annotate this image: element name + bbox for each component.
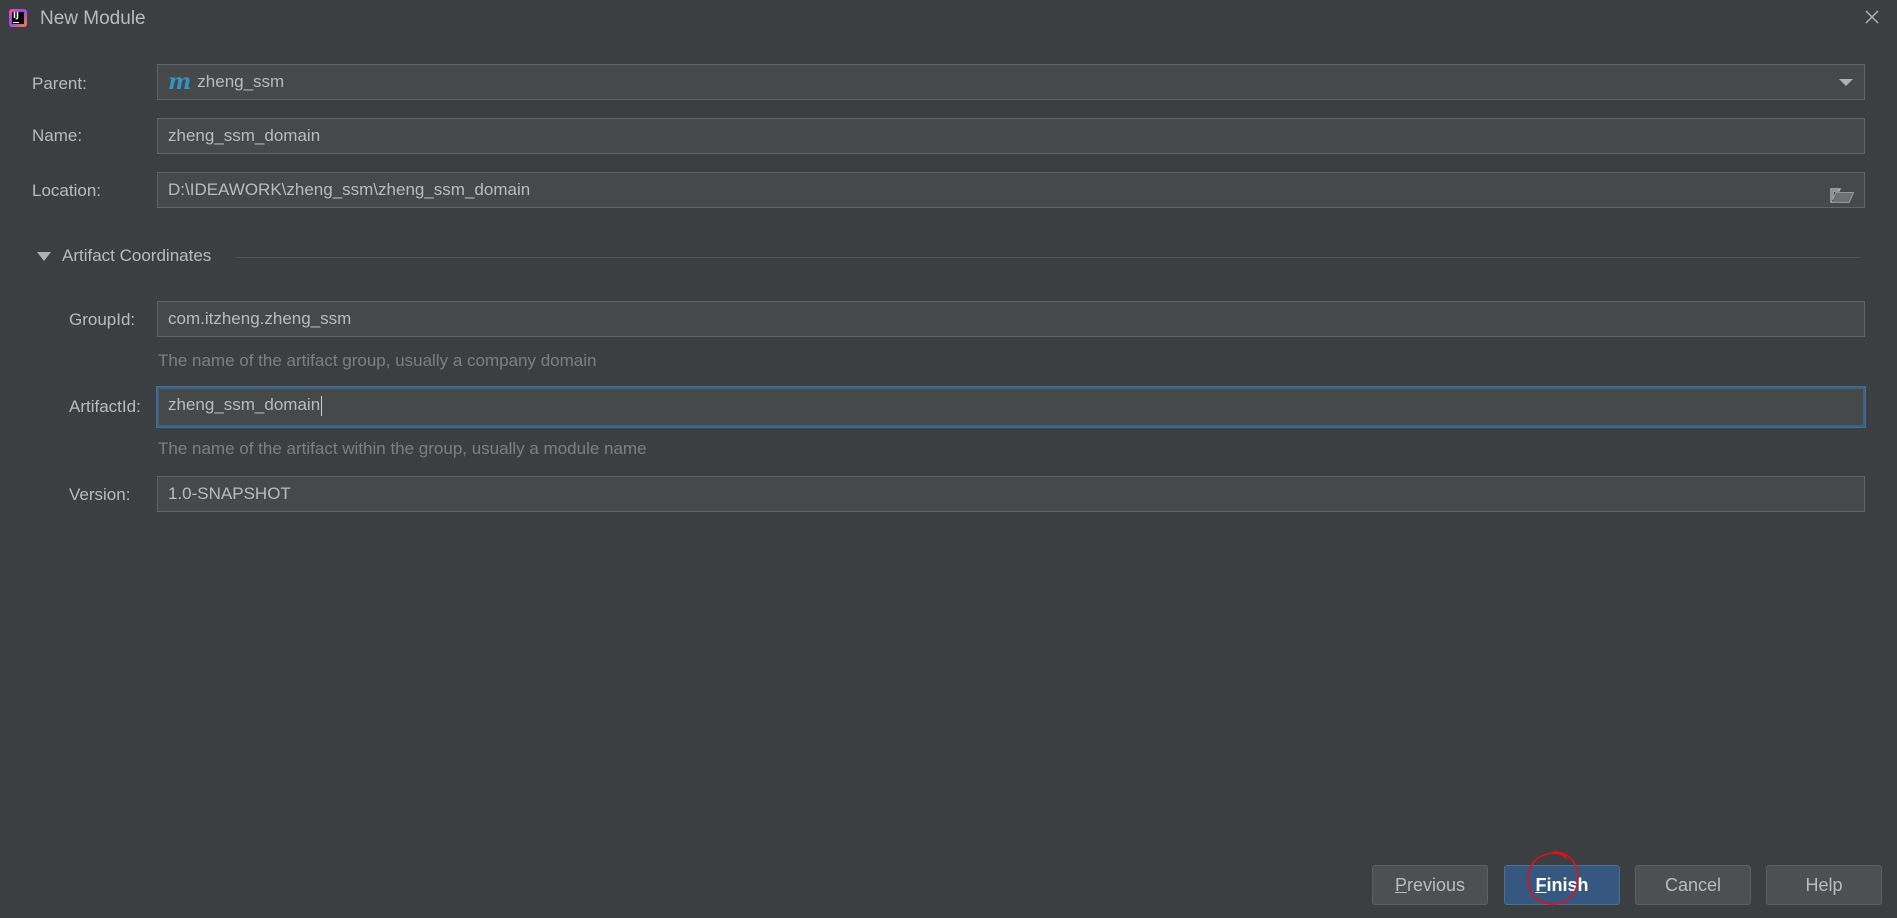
artifactid-field[interactable]: zheng_ssm_domain [157, 387, 1865, 427]
location-field[interactable]: D:\IDEAWORK\zheng_ssm\zheng_ssm_domain [157, 172, 1865, 208]
artifact-coordinates-title[interactable]: Artifact Coordinates [62, 246, 211, 266]
parent-combobox[interactable]: m zheng_ssm [157, 64, 1865, 100]
finish-mnemonic: F [1535, 875, 1547, 895]
maven-m-icon: m [168, 69, 192, 95]
finish-button[interactable]: Finish [1504, 865, 1620, 905]
artifactid-hint: The name of the artifact within the grou… [158, 439, 647, 458]
title-bar: New Module [0, 0, 1897, 38]
parent-value: zheng_ssm [197, 72, 285, 91]
folder-browse-icon[interactable] [1830, 182, 1855, 203]
name-value: zheng_ssm_domain [168, 126, 321, 145]
window-title: New Module [40, 8, 146, 29]
version-value: 1.0-SNAPSHOT [168, 484, 291, 503]
name-field[interactable]: zheng_ssm_domain [157, 118, 1865, 154]
help-button[interactable]: Help [1766, 865, 1882, 905]
previous-label-rest: revious [1406, 875, 1466, 895]
groupid-value: com.itzheng.zheng_ssm [168, 309, 352, 328]
location-label: Location: [32, 181, 101, 200]
new-module-dialog: New Module Parent: m zheng_ssm Name: zhen… [0, 0, 1897, 918]
artifactid-label: ArtifactId: [69, 397, 141, 416]
close-icon[interactable] [1861, 6, 1883, 28]
parent-label: Parent: [32, 74, 87, 93]
location-value: D:\IDEAWORK\zheng_ssm\zheng_ssm_domain [168, 180, 531, 199]
groupid-field[interactable]: com.itzheng.zheng_ssm [157, 301, 1865, 337]
name-label: Name: [32, 126, 83, 145]
finish-label-rest: inish [1546, 875, 1589, 895]
chevron-down-icon[interactable] [1839, 79, 1853, 86]
collapse-triangle-icon[interactable] [37, 252, 51, 261]
version-field[interactable]: 1.0-SNAPSHOT [157, 476, 1865, 512]
groupid-hint: The name of the artifact group, usually … [158, 351, 597, 370]
artifactid-value: zheng_ssm_domain [168, 395, 321, 414]
text-caret [321, 395, 323, 416]
version-label: Version: [69, 485, 131, 504]
section-divider [236, 257, 1860, 258]
groupid-label: GroupId: [69, 310, 136, 329]
cancel-button[interactable]: Cancel [1635, 865, 1751, 905]
previous-button[interactable]: Previous [1372, 865, 1488, 905]
previous-mnemonic: P [1394, 875, 1407, 895]
intellij-app-icon [9, 9, 27, 27]
